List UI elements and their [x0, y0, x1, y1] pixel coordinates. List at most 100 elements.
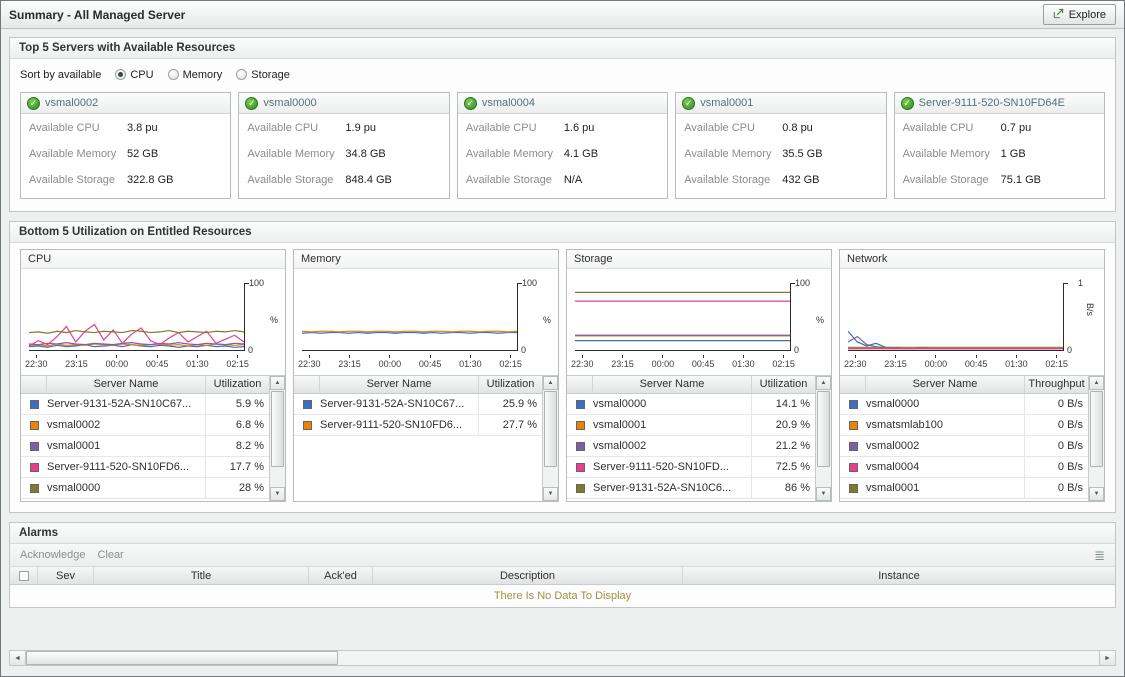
severity-column-header[interactable]: Sev — [38, 567, 94, 584]
scroll-up-button[interactable]: ▲ — [1089, 376, 1104, 390]
scroll-up-button[interactable]: ▲ — [816, 376, 831, 390]
table-row[interactable]: vsmal0004 0 B/s — [840, 457, 1088, 478]
h-scrollbar-track[interactable] — [338, 651, 1099, 665]
color-column-header[interactable] — [567, 376, 593, 393]
scroll-down-button[interactable]: ▼ — [816, 487, 831, 501]
scrollbar-thumb[interactable] — [817, 391, 830, 467]
acknowledge-button[interactable]: Acknowledge — [20, 549, 85, 561]
table-row[interactable]: vsmal0000 0 B/s — [840, 394, 1088, 415]
table-row[interactable]: vsmal0002 6.8 % — [21, 415, 269, 436]
radio-cpu[interactable]: CPU — [115, 69, 153, 81]
description-column-header[interactable]: Description — [373, 567, 683, 584]
scrollbar-thumb[interactable] — [271, 391, 284, 467]
server-card-3[interactable]: ✓ vsmal0004 Available CPU 1.6 pu Availab… — [457, 92, 668, 199]
scrollbar-track[interactable] — [817, 391, 830, 486]
scrollbar-track[interactable] — [544, 391, 557, 486]
scrollbar-track[interactable] — [1090, 391, 1103, 486]
instance-column-header[interactable]: Instance — [683, 567, 1115, 584]
status-ok-icon: ✓ — [27, 97, 40, 110]
x-tick: 02:15 — [1045, 355, 1068, 369]
table-row[interactable]: vsmal0001 0 B/s — [840, 478, 1088, 499]
server-card-4[interactable]: ✓ vsmal0001 Available CPU 0.8 pu Availab… — [675, 92, 886, 199]
table-row[interactable]: Server-9111-520-SN10FD6... 27.7 % — [294, 415, 542, 436]
server-name-column-header[interactable]: Server Name — [47, 376, 205, 393]
radio-memory[interactable]: Memory — [168, 69, 223, 81]
series-color-swatch — [30, 400, 39, 409]
server-name-column-header[interactable]: Server Name — [866, 376, 1024, 393]
title-column-header[interactable]: Title — [94, 567, 309, 584]
scroll-up-button[interactable]: ▲ — [543, 376, 558, 390]
table-row[interactable]: vsmal0001 20.9 % — [567, 415, 815, 436]
scroll-left-button[interactable]: ◄ — [10, 651, 26, 665]
vertical-scrollbar[interactable]: ▲ ▼ — [542, 376, 558, 501]
server-name-column-header[interactable]: Server Name — [320, 376, 478, 393]
x-tick: 01:30 — [186, 355, 209, 369]
scrollbar-thumb[interactable] — [544, 391, 557, 467]
page-title: Summary - All Managed Server — [9, 8, 185, 22]
y-axis-min-label: 0 — [794, 345, 799, 355]
table-row[interactable]: Server-9131-52A-SN10C6... 86 % — [567, 478, 815, 499]
horizontal-scrollbar[interactable]: ◄ ► — [9, 650, 1116, 666]
table-options-icon[interactable]: ≣ — [1094, 549, 1105, 562]
scroll-down-button[interactable]: ▼ — [543, 487, 558, 501]
server-card-2[interactable]: ✓ vsmal0000 Available CPU 1.9 pu Availab… — [238, 92, 449, 199]
scrollbar-thumb[interactable] — [1090, 391, 1103, 467]
throughput-column-header[interactable]: Throughput — [1024, 376, 1088, 393]
table-row[interactable]: vsmal0002 21.2 % — [567, 436, 815, 457]
color-column-header[interactable] — [840, 376, 866, 393]
scroll-down-button[interactable]: ▼ — [1089, 487, 1104, 501]
sort-row: Sort by available CPU Memory Storage — [20, 61, 1105, 88]
cpu-chart-svg — [29, 283, 244, 350]
server-card-5[interactable]: ✓ Server-9111-520-SN10FD64E Available CP… — [894, 92, 1105, 199]
color-column-header[interactable] — [294, 376, 320, 393]
explore-button[interactable]: Explore — [1043, 4, 1116, 25]
table-row[interactable]: vsmal0002 0 B/s — [840, 436, 1088, 457]
select-all-checkbox[interactable] — [19, 571, 29, 581]
server-name: vsmal0000 — [263, 97, 316, 109]
cpu-table-header: Server Name Utilization — [21, 376, 269, 394]
acked-column-header[interactable]: Ack'ed — [309, 567, 373, 584]
radio-cpu-control[interactable] — [115, 69, 126, 80]
memory-chart-plot — [302, 283, 518, 351]
radio-memory-control[interactable] — [168, 69, 179, 80]
utilization-column-header[interactable]: Utilization — [751, 376, 815, 393]
available-cpu-value: 0.7 pu — [1001, 122, 1032, 134]
x-tick: 02:15 — [226, 355, 249, 369]
available-storage-row: Available Storage 848.4 GB — [239, 168, 448, 192]
available-storage-value: 848.4 GB — [345, 174, 391, 186]
vertical-scrollbar[interactable]: ▲ ▼ — [269, 376, 285, 501]
scroll-right-button[interactable]: ► — [1099, 651, 1115, 665]
radio-storage[interactable]: Storage — [236, 69, 290, 81]
table-row[interactable]: vsmal0000 28 % — [21, 478, 269, 499]
table-row[interactable]: vsmatsmlab100 0 B/s — [840, 415, 1088, 436]
memory-table-header: Server Name Utilization — [294, 376, 542, 394]
utilization-column-header[interactable]: Utilization — [205, 376, 269, 393]
x-tick: 01:30 — [1005, 355, 1028, 369]
server-name-column-header[interactable]: Server Name — [593, 376, 751, 393]
h-scrollbar-thumb[interactable] — [26, 651, 338, 665]
scroll-down-button[interactable]: ▼ — [270, 487, 285, 501]
scrollbar-track[interactable] — [271, 391, 284, 486]
table-row[interactable]: vsmal0001 8.2 % — [21, 436, 269, 457]
series-color-swatch — [849, 463, 858, 472]
table-row[interactable]: Server-9131-52A-SN10C67... 5.9 % — [21, 394, 269, 415]
table-row[interactable]: Server-9131-52A-SN10C67... 25.9 % — [294, 394, 542, 415]
x-tick: 23:15 — [65, 355, 88, 369]
utilization-column-header[interactable]: Utilization — [478, 376, 542, 393]
vertical-scrollbar[interactable]: ▲ ▼ — [815, 376, 831, 501]
table-row[interactable]: vsmal0000 14.1 % — [567, 394, 815, 415]
available-memory-value: 1 GB — [1001, 148, 1026, 160]
table-row[interactable]: Server-9111-520-SN10FD6... 17.7 % — [21, 457, 269, 478]
server-card-1[interactable]: ✓ vsmal0002 Available CPU 3.8 pu Availab… — [20, 92, 231, 199]
select-all-cell[interactable] — [10, 567, 38, 584]
clear-button[interactable]: Clear — [97, 549, 123, 561]
available-cpu-label: Available CPU — [903, 122, 1001, 134]
color-column-header[interactable] — [21, 376, 47, 393]
row-server-name: vsmal0000 — [593, 394, 751, 414]
vertical-scrollbar[interactable]: ▲ ▼ — [1088, 376, 1104, 501]
bottom5-panel-title: Bottom 5 Utilization on Entitled Resourc… — [10, 222, 1115, 243]
scroll-up-button[interactable]: ▲ — [270, 376, 285, 390]
radio-storage-control[interactable] — [236, 69, 247, 80]
row-throughput-value: 0 B/s — [1024, 415, 1088, 435]
table-row[interactable]: Server-9111-520-SN10FD... 72.5 % — [567, 457, 815, 478]
